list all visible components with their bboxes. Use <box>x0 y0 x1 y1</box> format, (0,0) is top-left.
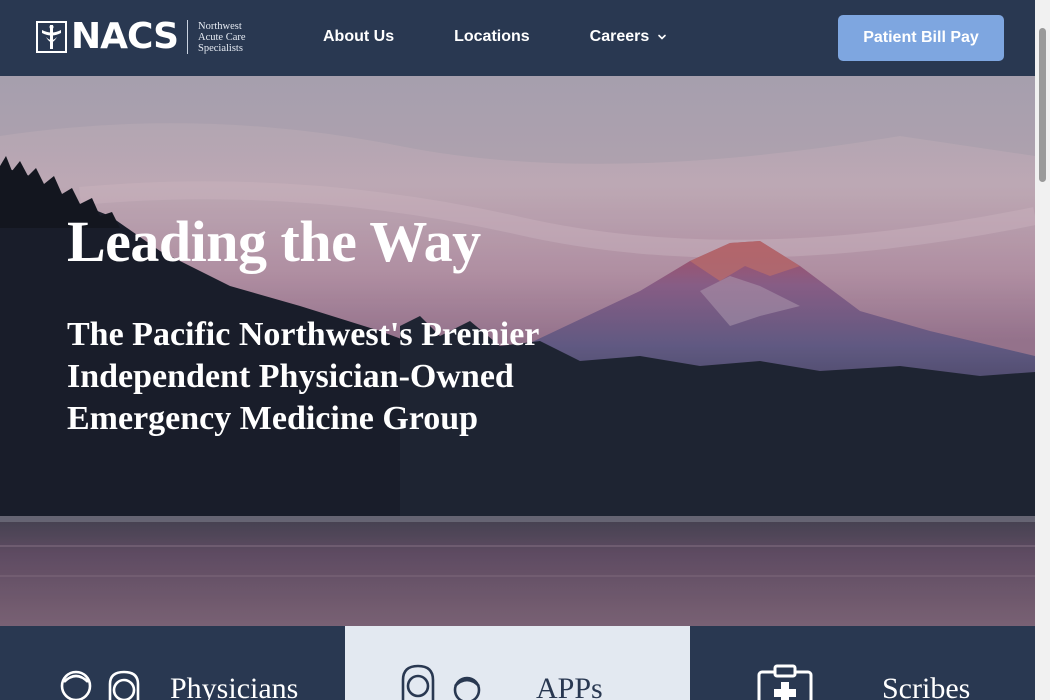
card-physicians[interactable]: Physicians <box>0 626 345 700</box>
hero-title: Leading the Way <box>67 209 481 274</box>
card-apps[interactable]: APPs <box>345 626 690 700</box>
main-nav: About Us Locations Careers <box>323 28 727 46</box>
card-label: Scribes <box>882 672 971 700</box>
card-label: APPs <box>536 672 603 700</box>
card-scribes[interactable]: Scribes <box>690 626 1035 700</box>
logo-divider <box>187 20 189 54</box>
hero-subtitle: The Pacific Northwest's Premier Independ… <box>67 316 539 437</box>
caduceus-logo-icon <box>36 21 67 53</box>
nav-link-label: Careers <box>589 28 650 45</box>
logo-link[interactable]: NACS Northwest Acute Care Specialists <box>36 19 246 55</box>
scrollbar-thumb[interactable] <box>1039 28 1046 182</box>
physicians-icon <box>60 670 140 700</box>
page: NACS Northwest Acute Care Specialists Ab… <box>0 0 1035 700</box>
logo-wordmark: NACS <box>71 16 179 57</box>
hero-section: Leading the Way The Pacific Northwest's … <box>0 76 1035 626</box>
nav-link-about-us[interactable]: About Us <box>323 28 394 46</box>
logo-subtitle-line: Specialists <box>198 42 243 54</box>
nav-link-label: Locations <box>454 28 530 45</box>
page-scrollbar[interactable] <box>1035 0 1050 700</box>
role-cards: Physicians APPs Scribes <box>0 626 1035 700</box>
nav-link-careers[interactable]: Careers <box>590 28 668 46</box>
apps-icon <box>401 664 481 700</box>
nav-link-label: About Us <box>323 28 395 45</box>
logo-subtitle-line: Acute Care <box>198 31 246 43</box>
logo-subtitle-line: Northwest <box>198 20 242 32</box>
scribes-icon <box>757 664 813 700</box>
patient-bill-pay-button[interactable]: Patient Bill Pay <box>838 15 1004 61</box>
chevron-down-icon <box>658 34 667 40</box>
nav-link-locations[interactable]: Locations <box>454 28 530 46</box>
logo-subtitle: Northwest Acute Care Specialists <box>198 21 246 54</box>
card-label: Physicians <box>170 672 299 700</box>
site-header: NACS Northwest Acute Care Specialists Ab… <box>0 0 1035 76</box>
